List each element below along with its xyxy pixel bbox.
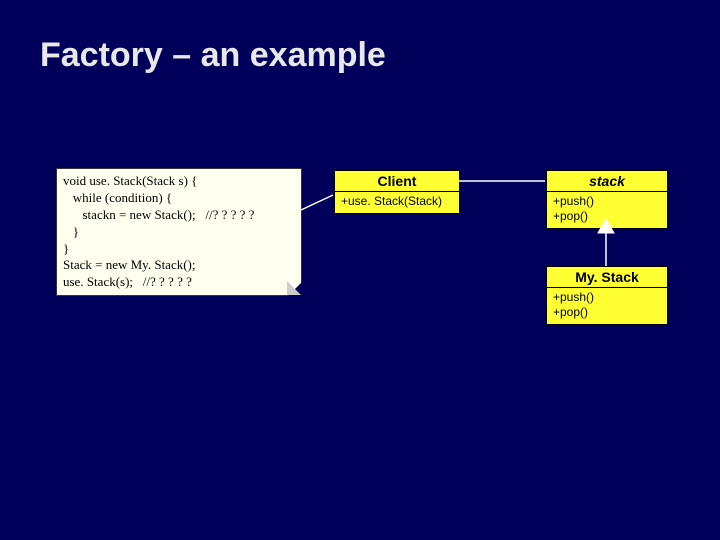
note-corner-fold-highlight: [287, 281, 301, 295]
uml-member: +use. Stack(Stack): [341, 194, 453, 209]
uml-class-stack-members: +push() +pop(): [547, 192, 667, 228]
uml-class-mystack: My. Stack +push() +pop(): [546, 266, 668, 325]
uml-class-client: Client +use. Stack(Stack): [334, 170, 460, 214]
code-note-body: void use. Stack(Stack s) { while (condit…: [57, 169, 301, 295]
uml-class-stack-name: stack: [547, 171, 667, 192]
code-note: void use. Stack(Stack s) { while (condit…: [56, 168, 302, 296]
note-anchor: [301, 195, 333, 210]
page-title: Factory – an example: [40, 36, 386, 75]
uml-member: +push(): [553, 194, 661, 209]
uml-class-mystack-name: My. Stack: [547, 267, 667, 288]
uml-class-mystack-members: +push() +pop(): [547, 288, 667, 324]
uml-member: +pop(): [553, 209, 661, 224]
uml-class-client-name: Client: [335, 171, 459, 192]
uml-class-stack: stack +push() +pop(): [546, 170, 668, 229]
uml-member: +push(): [553, 290, 661, 305]
uml-class-client-members: +use. Stack(Stack): [335, 192, 459, 213]
slide: Factory – an example void use. Stack(Sta…: [0, 0, 720, 540]
uml-member: +pop(): [553, 305, 661, 320]
